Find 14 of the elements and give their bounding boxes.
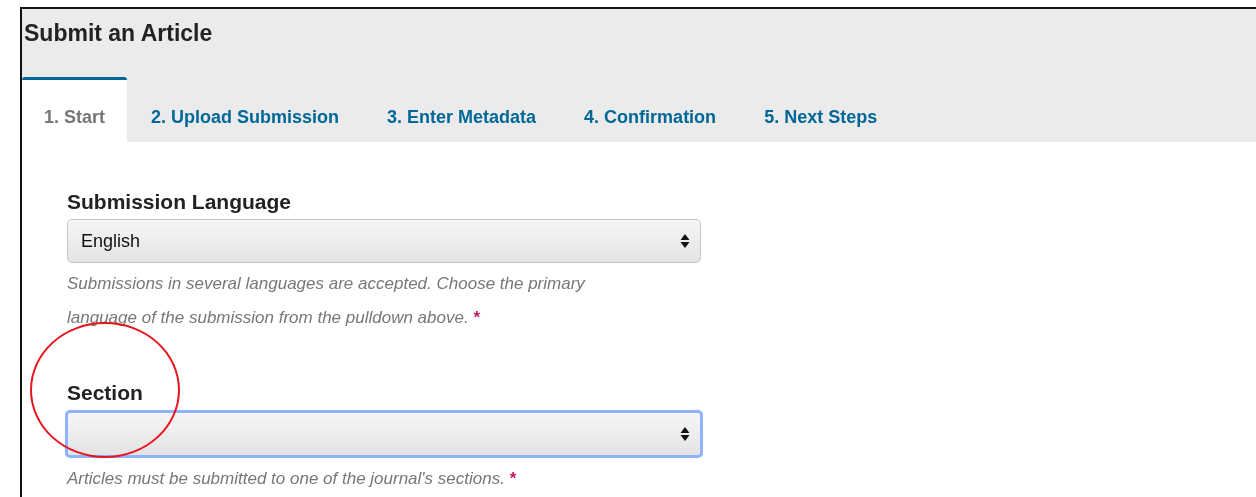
help-text: Submissions in several languages are accepted. Choose the primary language of the submission from the pulldown above. * (67, 273, 587, 329)
dropdown-field[interactable]: English (67, 219, 701, 263)
tab[interactable]: 5. Next Steps (740, 77, 902, 142)
tab[interactable]: 1. Start (22, 77, 128, 142)
dropdown-field[interactable] (65, 410, 703, 458)
field-label: Submission Language (67, 190, 293, 214)
page-title: Submit an Article (24, 20, 213, 47)
tab[interactable]: 4. Confirmation (560, 77, 741, 142)
help-text: Articles must be submitted to one of the journal's sections. * (67, 468, 518, 490)
tab[interactable]: 2. Upload Submission (127, 77, 364, 142)
field-label: Section (67, 381, 144, 405)
updown-icon (680, 426, 690, 442)
tab[interactable]: 3. Enter Metadata (363, 77, 561, 142)
updown-icon (680, 233, 690, 249)
